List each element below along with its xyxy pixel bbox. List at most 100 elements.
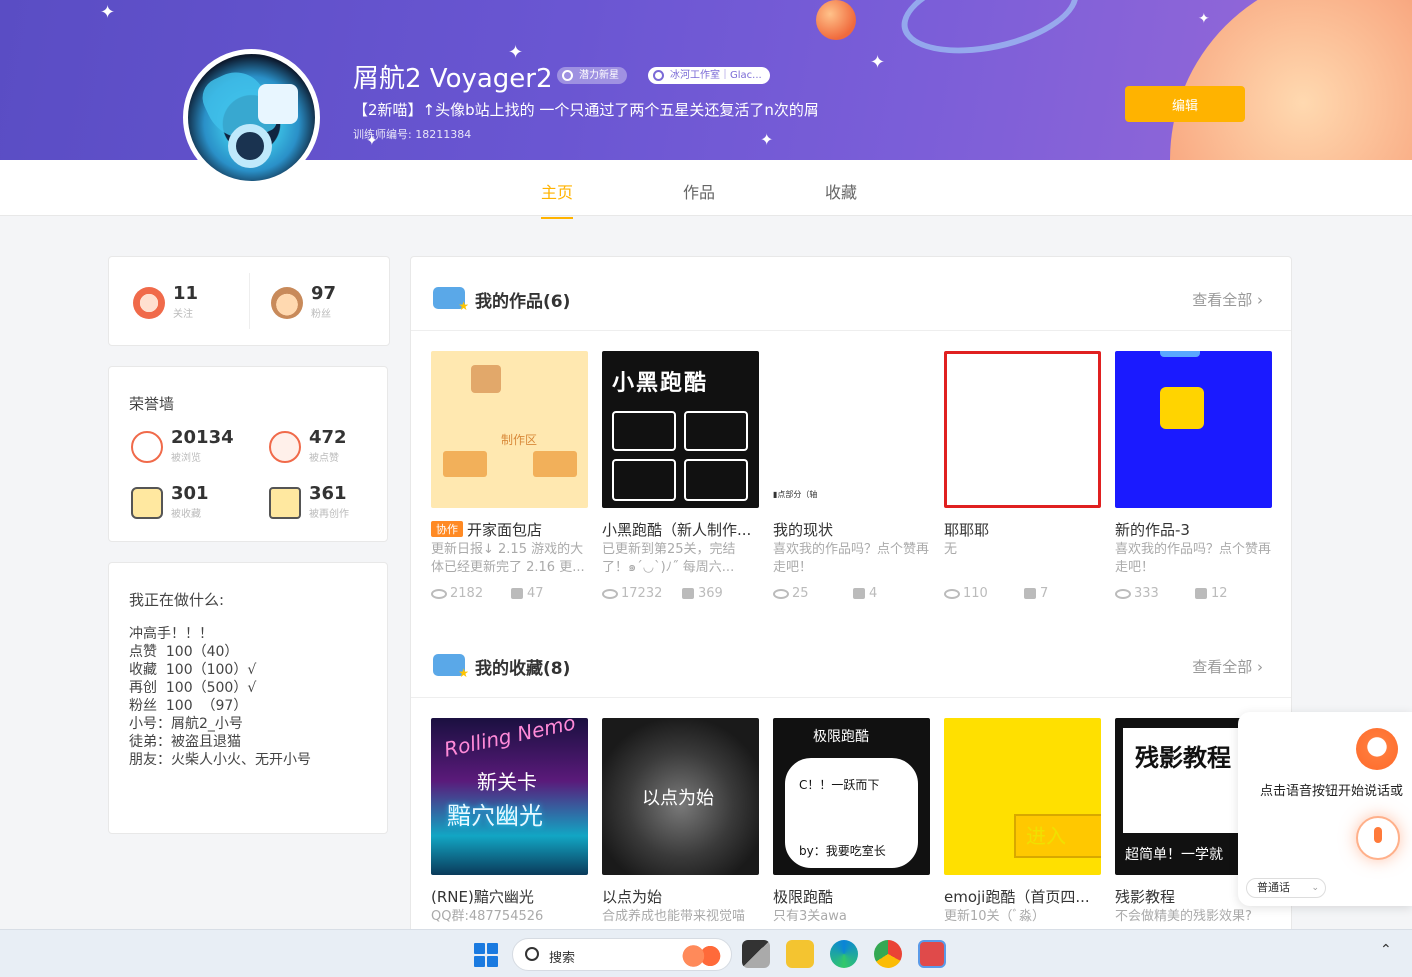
taskbar-search-label: 搜索 [549, 951, 576, 966]
view-count: 333 [1134, 586, 1159, 601]
fans-count: 97 [311, 283, 337, 304]
star-icon: ✦ [870, 52, 886, 73]
honor-wall-card: 荣誉墙 20134 被浏览 472 被点赞 301 被收藏 361 被再创作 [108, 366, 388, 542]
work-title[interactable]: 小黑跑酷（新人制作... [602, 519, 759, 540]
remix-pencil-icon [269, 487, 301, 519]
works-icon [433, 287, 469, 313]
work-card[interactable]: 小黑跑酷 小黑跑酷（新人制作... 已更新到第25关，完结了！๑ˊ◡ˋ)ﾉ˝ 每… [602, 351, 759, 601]
thumb-text: 超简单！一学就 [1125, 847, 1223, 863]
thumb-text: ▮点部分（轴 [773, 490, 818, 499]
badge-label: 潜力新星 [579, 70, 619, 81]
favorite-title[interactable]: (RNE)黯穴幽光 [431, 886, 588, 907]
chevron-up-icon[interactable]: ⌃ [1380, 942, 1392, 958]
voice-assistant-panel: 点击语音按钮开始说话或 普通话 ⌄ [1238, 712, 1412, 906]
my-favorites-title: 我的收藏(8) [475, 659, 571, 679]
search-highlight-icon [679, 945, 727, 967]
eye-icon [131, 431, 163, 463]
avatar[interactable] [183, 49, 320, 186]
following-label: 关注 [173, 309, 193, 320]
works-panel: 我的作品(6) 查看全部 › 制作区 协作开家面包店 更新日报↓ 2.15 游戏… [410, 256, 1292, 976]
work-thumbnail[interactable] [1115, 351, 1272, 508]
windows-start-icon[interactable] [474, 943, 498, 967]
work-title: 协作 开家面包店 [431, 519, 588, 540]
language-mode-label: 普通话 [1257, 881, 1290, 894]
thumb-shape [1160, 351, 1200, 357]
work-desc: 无 [944, 542, 958, 557]
like-count: 4 [869, 586, 878, 601]
thumb-shape [684, 459, 748, 501]
task-view-icon[interactable] [742, 940, 770, 968]
tab-home[interactable]: 主页 [541, 179, 574, 219]
favorite-card[interactable]: 进入 emoji跑酷（首页四... 更新10关（ﾞ淼） [944, 718, 1101, 924]
favorite-thumbnail[interactable]: 以点为始 [602, 718, 759, 875]
profile-bio: 【2新喵】↑头像b站上找的 一个只通过了两个五星关还复活了n次的屑 [353, 101, 819, 119]
views-label: 被浏览 [171, 453, 201, 464]
eye-icon [773, 588, 789, 599]
honor-wall-title: 荣誉墙 [129, 395, 175, 413]
remix-count: 361 [309, 483, 347, 504]
work-thumbnail[interactable]: ▮点部分（轴 [773, 351, 930, 508]
favorite-thumbnail[interactable]: 进入 [944, 718, 1101, 875]
favorites-label: 被收藏 [171, 509, 201, 520]
badge-rising-star[interactable]: 潜力新星 [557, 67, 627, 84]
voice-prompt: 点击语音按钮开始说话或 [1260, 784, 1404, 799]
favorite-thumbnail[interactable]: 极限跑酷 C！！一跃而下 by：我要吃室长 [773, 718, 930, 875]
view-count: 17232 [621, 586, 663, 601]
thumb-text: 以点为始 [642, 788, 714, 809]
favorite-title[interactable]: 以点为始 [602, 886, 759, 907]
avatar-shape [228, 124, 272, 168]
favorite-thumbnail[interactable]: Rolling Nemo 新关卡 黯穴幽光 [431, 718, 588, 875]
like-count: 12 [1211, 586, 1228, 601]
see-all-works-link[interactable]: 查看全部 › [1192, 289, 1263, 310]
tab-works[interactable]: 作品 [683, 179, 715, 203]
see-all-favorites-link[interactable]: 查看全部 › [1192, 656, 1263, 677]
thumb-text: 小黑跑酷 [612, 371, 709, 396]
work-stats: 333 12 [1115, 586, 1272, 604]
thumbs-up-icon [853, 588, 865, 599]
work-card[interactable]: 耶耶耶 无 110 7 [944, 351, 1101, 601]
game-app-icon[interactable] [918, 940, 946, 968]
language-mode-select[interactable]: 普通话 ⌄ [1246, 878, 1326, 898]
favorite-card[interactable]: 极限跑酷 C！！一跃而下 by：我要吃室长 极限跑酷 只有3关awa [773, 718, 930, 924]
work-thumbnail[interactable] [944, 351, 1101, 508]
thumb-text: C！！一跃而下 [799, 778, 880, 792]
work-stats: 2182 47 [431, 586, 588, 604]
thumb-text: 新关卡 [477, 770, 537, 794]
work-title[interactable]: 耶耶耶 [944, 519, 1101, 540]
profile-username: 屑航2 Voyager2 [353, 64, 553, 94]
badge-studio[interactable]: 冰河工作室｜Glac... [648, 67, 770, 84]
work-thumbnail[interactable]: 小黑跑酷 [602, 351, 759, 508]
file-explorer-icon[interactable] [786, 940, 814, 968]
taskbar-search-box[interactable]: 搜索 [512, 938, 732, 971]
favorite-title[interactable]: emoji跑酷（首页四... [944, 886, 1101, 907]
eye-icon [431, 588, 447, 599]
work-title[interactable]: 我的现状 [773, 519, 930, 540]
edit-profile-button[interactable]: 编辑 [1125, 86, 1245, 122]
badge-star-icon [562, 70, 573, 81]
orbit-ring-decoration [893, 0, 1087, 68]
thumbs-up-icon [511, 588, 523, 599]
favorite-title[interactable]: 极限跑酷 [773, 886, 930, 907]
tab-favorites[interactable]: 收藏 [825, 179, 857, 203]
microphone-button[interactable] [1356, 816, 1400, 860]
work-thumbnail[interactable]: 制作区 [431, 351, 588, 508]
star-icon: ✦ [1198, 11, 1210, 27]
collab-tag: 协作 [431, 521, 463, 537]
edge-browser-icon[interactable] [830, 940, 858, 968]
thumb-text: Rolling Nemo [441, 718, 578, 762]
fans-label: 粉丝 [311, 309, 331, 320]
view-count: 2182 [450, 586, 484, 601]
work-card[interactable]: 新的作品-3 喜欢我的作品吗？点个赞再走吧！ 333 12 [1115, 351, 1272, 601]
favorite-card[interactable]: 以点为始 以点为始 合成养成也能带来视觉喵 [602, 718, 759, 924]
work-card[interactable]: ▮点部分（轴 我的现状 喜欢我的作品吗？点个赞再走吧！ 25 4 [773, 351, 930, 601]
favorite-card[interactable]: Rolling Nemo 新关卡 黯穴幽光 (RNE)黯穴幽光 QQ群:4877… [431, 718, 588, 924]
thumb-text: 制作区 [501, 433, 538, 447]
work-desc: 喜欢我的作品吗？点个赞再走吧！ [1115, 542, 1272, 575]
work-stats: 25 4 [773, 586, 930, 604]
favorite-box-icon [131, 487, 163, 519]
thumbs-up-icon [1024, 588, 1036, 599]
thumb-text: 残影教程 [1135, 744, 1231, 772]
work-card[interactable]: 制作区 协作 开家面包店 更新日报↓ 2.15 游戏的大体已经更新完了 2.16 … [431, 351, 588, 601]
chrome-browser-icon[interactable] [874, 940, 902, 968]
work-title[interactable]: 新的作品-3 [1115, 519, 1272, 540]
